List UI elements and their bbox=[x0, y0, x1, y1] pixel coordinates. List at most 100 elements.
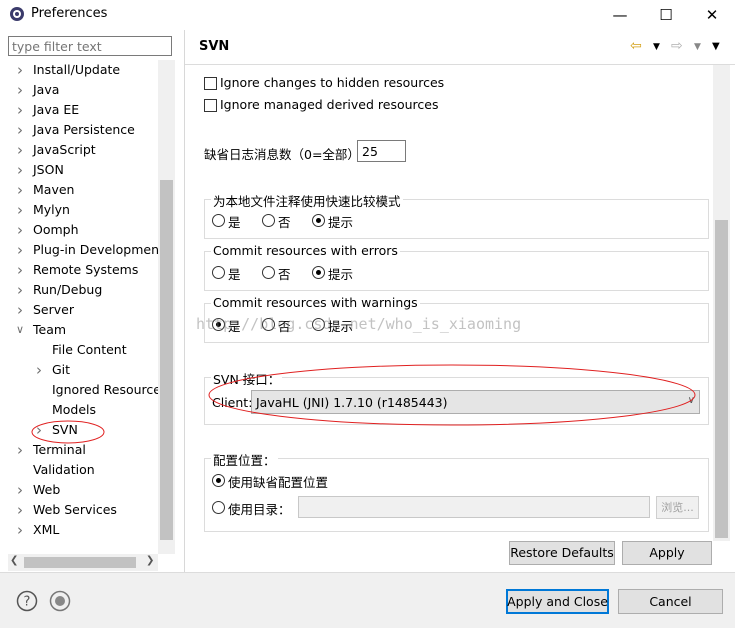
restore-defaults-button[interactable]: Restore Defaults bbox=[509, 541, 615, 565]
custom-dir-input[interactable] bbox=[298, 496, 650, 518]
default-config-radio[interactable] bbox=[212, 474, 225, 487]
log-count-input[interactable]: 25 bbox=[357, 140, 406, 162]
chevron-right-icon[interactable]: › bbox=[14, 440, 26, 460]
ignore-hidden-checkbox[interactable] bbox=[204, 77, 217, 90]
default-config-label: 使用缺省配置位置 bbox=[228, 475, 329, 490]
tree-item-plug-in-development[interactable]: Plug-in Development bbox=[33, 240, 158, 260]
cancel-button[interactable]: Cancel bbox=[618, 589, 723, 614]
ignore-derived-label: Ignore managed derived resources bbox=[220, 97, 439, 112]
minimize-icon[interactable]: — bbox=[597, 0, 643, 30]
watermark: http://blog.csdn.net/who_is_xiaoming bbox=[196, 315, 522, 333]
chevron-right-icon[interactable]: › bbox=[33, 360, 45, 380]
tree-item-oomph[interactable]: Oomph bbox=[33, 220, 79, 240]
window-title: Preferences bbox=[31, 6, 108, 21]
maximize-icon[interactable]: ☐ bbox=[643, 0, 689, 30]
chevron-right-icon[interactable]: › bbox=[14, 480, 26, 500]
tree-item-javascript[interactable]: JavaScript bbox=[33, 140, 96, 160]
chevron-down-icon[interactable]: ∨ bbox=[14, 320, 26, 340]
chevron-right-icon[interactable]: › bbox=[14, 80, 26, 100]
tree-item-git[interactable]: Git bbox=[52, 360, 70, 380]
chevron-right-icon[interactable]: › bbox=[14, 200, 26, 220]
tree-item-web-services[interactable]: Web Services bbox=[33, 500, 117, 520]
annotation-ellipse-client bbox=[208, 364, 696, 426]
custom-dir-radio[interactable] bbox=[212, 501, 225, 514]
tree-item-java-ee[interactable]: Java EE bbox=[33, 100, 79, 120]
commit-errors-group-title: Commit resources with errors bbox=[211, 243, 400, 258]
filter-box[interactable] bbox=[8, 36, 172, 56]
apply-and-close-button[interactable]: Apply and Close bbox=[506, 589, 609, 614]
back-menu-chevron-icon[interactable]: ▼ bbox=[653, 42, 660, 52]
tree-item-xml[interactable]: XML bbox=[33, 520, 59, 540]
commit-errors-yes-radio[interactable] bbox=[212, 266, 225, 279]
page-title: SVN bbox=[199, 39, 230, 54]
ignore-hidden-label: Ignore changes to hidden resources bbox=[220, 75, 445, 90]
content-vertical-scroll-thumb[interactable] bbox=[715, 220, 728, 538]
back-arrow-icon[interactable]: ⇦ bbox=[630, 38, 642, 54]
tree-item-java[interactable]: Java bbox=[33, 80, 59, 100]
tree-item-json[interactable]: JSON bbox=[33, 160, 64, 180]
tree-item-maven[interactable]: Maven bbox=[33, 180, 74, 200]
log-count-label: 缺省日志消息数（0=全部） bbox=[204, 147, 360, 162]
import-export-icon[interactable] bbox=[49, 590, 71, 612]
tree-item-ignored-resources[interactable]: Ignored Resources bbox=[52, 380, 158, 400]
tree-vertical-scroll-thumb[interactable] bbox=[160, 180, 173, 540]
scroll-left-icon[interactable]: ❮ bbox=[10, 555, 18, 566]
quick-diff-yes-label: 是 bbox=[228, 215, 241, 230]
close-icon[interactable]: ✕ bbox=[689, 0, 735, 30]
chevron-right-icon[interactable]: › bbox=[14, 280, 26, 300]
tree-item-team[interactable]: Team bbox=[33, 320, 66, 340]
quick-diff-prompt-radio[interactable] bbox=[312, 214, 325, 227]
quick-diff-yes-radio[interactable] bbox=[212, 214, 225, 227]
commit-errors-yes-label: 是 bbox=[228, 267, 241, 282]
chevron-right-icon[interactable]: › bbox=[14, 160, 26, 180]
preferences-app-icon bbox=[10, 7, 24, 21]
preference-tree: › Install/Update › Java › Java EE › Java Persis… bbox=[8, 60, 158, 554]
tree-horizontal-scroll-thumb[interactable] bbox=[24, 557, 136, 568]
svg-text:?: ? bbox=[24, 595, 31, 610]
tree-item-mylyn[interactable]: Mylyn bbox=[33, 200, 70, 220]
quick-diff-no-label: 否 bbox=[278, 215, 291, 230]
tree-item-models[interactable]: Models bbox=[52, 400, 96, 420]
tree-item-run-debug[interactable]: Run/Debug bbox=[33, 280, 102, 300]
chevron-right-icon[interactable]: › bbox=[14, 140, 26, 160]
chevron-right-icon[interactable]: › bbox=[14, 60, 26, 80]
chevron-right-icon[interactable]: › bbox=[14, 120, 26, 140]
tree-item-install-update[interactable]: Install/Update bbox=[33, 60, 120, 80]
forward-menu-chevron-icon[interactable]: ▼ bbox=[694, 42, 701, 52]
view-menu-icon[interactable]: ▼ bbox=[712, 41, 720, 52]
header-separator bbox=[185, 64, 735, 65]
chevron-right-icon[interactable]: › bbox=[14, 220, 26, 240]
chevron-right-icon[interactable]: › bbox=[14, 240, 26, 260]
quick-diff-group-title: 为本地文件注释使用快速比较模式 bbox=[211, 191, 403, 210]
forward-arrow-icon[interactable]: ⇨ bbox=[671, 38, 683, 54]
chevron-right-icon[interactable]: › bbox=[14, 100, 26, 120]
chevron-right-icon[interactable]: › bbox=[14, 500, 26, 520]
browse-button[interactable]: 浏览... bbox=[656, 496, 699, 519]
chevron-right-icon[interactable]: › bbox=[14, 180, 26, 200]
tree-item-web[interactable]: Web bbox=[33, 480, 60, 500]
commit-errors-no-label: 否 bbox=[278, 267, 291, 282]
pane-divider[interactable] bbox=[184, 30, 185, 572]
chevron-right-icon[interactable]: › bbox=[14, 300, 26, 320]
commit-errors-no-radio[interactable] bbox=[262, 266, 275, 279]
commit-errors-prompt-label: 提示 bbox=[328, 267, 354, 282]
tree-item-validation[interactable]: Validation bbox=[33, 460, 95, 480]
chevron-right-icon[interactable]: › bbox=[14, 520, 26, 540]
chevron-right-icon[interactable]: › bbox=[14, 260, 26, 280]
commit-errors-prompt-radio[interactable] bbox=[312, 266, 325, 279]
commit-warnings-group-title: Commit resources with warnings bbox=[211, 295, 420, 310]
apply-button[interactable]: Apply bbox=[622, 541, 712, 565]
scroll-right-icon[interactable]: ❯ bbox=[146, 555, 154, 566]
ignore-derived-checkbox[interactable] bbox=[204, 99, 217, 112]
tree-item-remote-systems[interactable]: Remote Systems bbox=[33, 260, 138, 280]
quick-diff-no-radio[interactable] bbox=[262, 214, 275, 227]
tree-item-file-content[interactable]: File Content bbox=[52, 340, 127, 360]
quick-diff-prompt-label: 提示 bbox=[328, 215, 354, 230]
annotation-ellipse-tree bbox=[31, 420, 105, 444]
filter-input[interactable] bbox=[12, 38, 162, 54]
custom-dir-label: 使用目录： bbox=[228, 502, 291, 517]
help-icon[interactable]: ? bbox=[16, 590, 38, 612]
tree-item-java-persistence[interactable]: Java Persistence bbox=[33, 120, 135, 140]
tree-item-server[interactable]: Server bbox=[33, 300, 74, 320]
config-location-group bbox=[204, 458, 709, 532]
